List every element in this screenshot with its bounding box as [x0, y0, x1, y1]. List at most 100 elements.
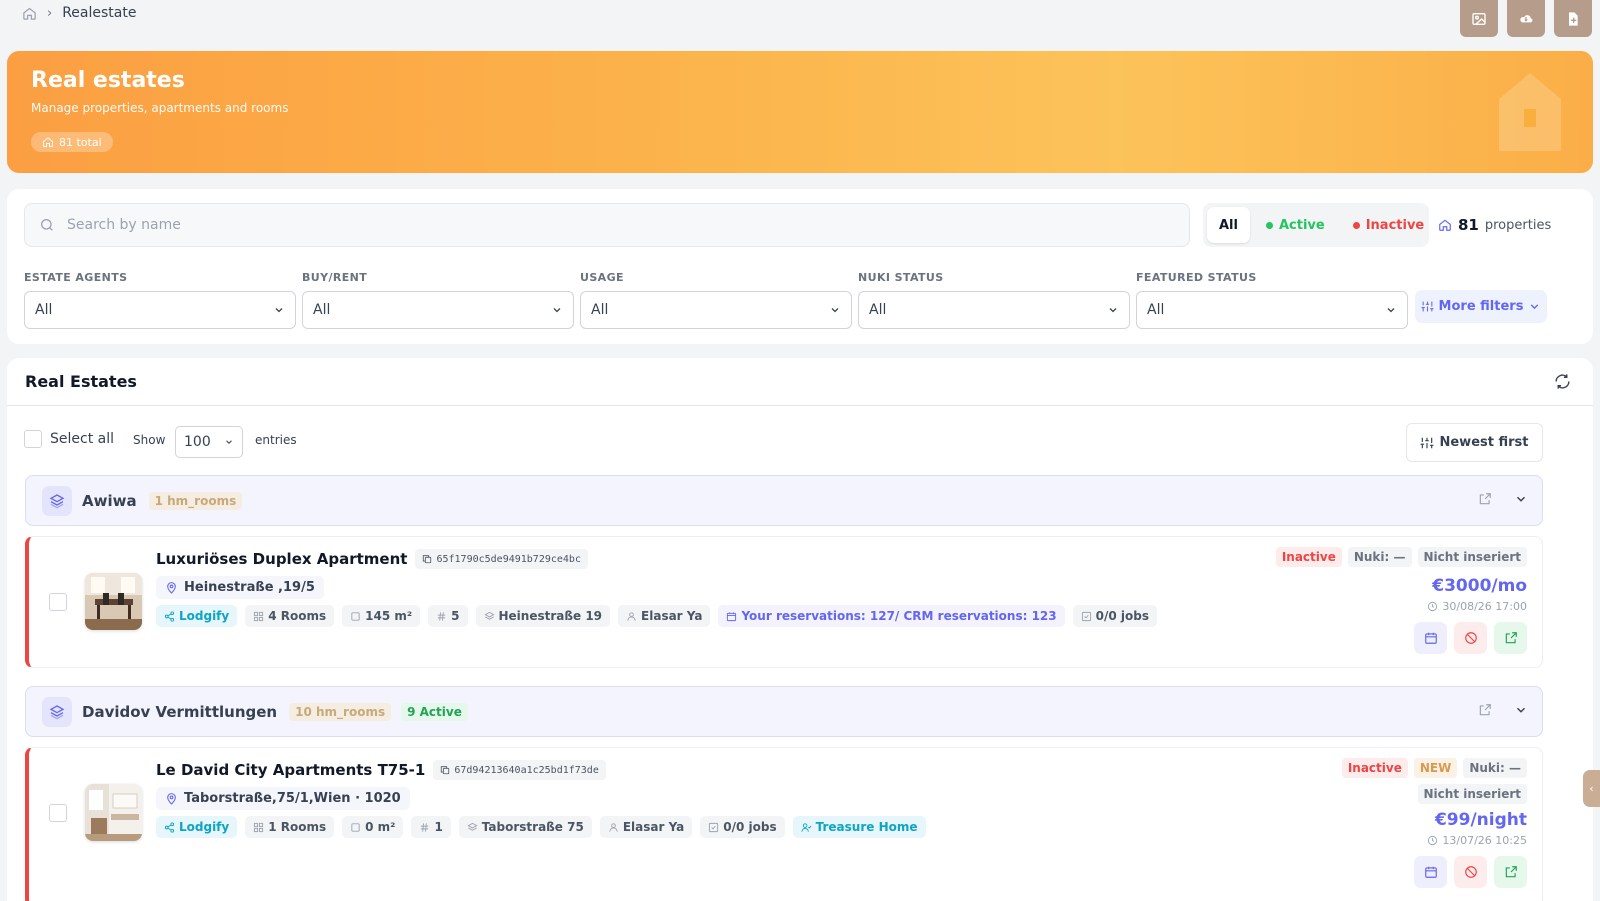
area-label: 145 m²	[365, 609, 413, 623]
select-all-checkbox[interactable]	[24, 430, 42, 448]
area-label: 0 m²	[365, 820, 396, 834]
group-header-davidov[interactable]: Davidov Vermittlungen 10 hm_rooms 9 Acti…	[25, 686, 1543, 737]
active-count-badge: 9 Active	[401, 702, 468, 721]
estate-row[interactable]: Luxuriöses Duplex Apartment 65f1790c5de9…	[25, 536, 1543, 668]
street-chip: Heinestraße 19	[475, 605, 611, 627]
user-icon	[609, 822, 618, 832]
top-bar: › Realestate	[0, 0, 1600, 50]
search-input[interactable]	[67, 217, 1147, 233]
estate-id-chip[interactable]: 65f1790c5de9491b729ce4bc	[415, 549, 588, 569]
street-label: Heinestraße 19	[498, 609, 603, 623]
file-plus-icon	[1569, 11, 1578, 26]
featured-status-select[interactable]: All	[1136, 291, 1408, 329]
group-name: Awiwa	[82, 491, 137, 510]
select-value: All	[313, 302, 331, 318]
open-button[interactable]	[1494, 622, 1527, 654]
estate-id-chip[interactable]: 67d94213640a1c25bd1f73de	[433, 760, 606, 780]
entries-label: entries	[255, 433, 297, 447]
nuki-status-select[interactable]: All	[858, 291, 1130, 329]
select-value: All	[35, 302, 53, 318]
chevron-down-icon	[275, 308, 283, 313]
rooms-label: 1 Rooms	[268, 820, 327, 834]
inactive-dot	[1352, 221, 1360, 229]
cloud-download-icon	[1520, 14, 1533, 22]
check-square-icon	[709, 822, 719, 832]
partner-chip[interactable]: Treasure Home	[792, 816, 926, 838]
home-icon	[1439, 219, 1451, 231]
map-pin-icon	[167, 582, 176, 594]
home-icon[interactable]	[22, 6, 37, 21]
source-chip: Lodgify	[156, 816, 238, 838]
filter-featured-status: FEATURED STATUS All	[1136, 271, 1408, 329]
area-chip: 0 m²	[342, 816, 404, 838]
select-value: All	[1147, 302, 1165, 318]
properties-count-number: 81	[1458, 216, 1479, 234]
group-name: Davidov Vermittlungen	[82, 702, 278, 721]
deactivate-button[interactable]	[1454, 622, 1487, 654]
total-label: 81 total	[59, 135, 102, 149]
estate-name[interactable]: Le David City Apartments T75-1	[156, 761, 425, 779]
tab-inactive[interactable]: Inactive	[1341, 207, 1437, 243]
hero-banner: Real estates Manage properties, apartmen…	[7, 51, 1593, 173]
jobs-label: 0/0 jobs	[1095, 609, 1149, 623]
usage-select[interactable]: All	[580, 291, 852, 329]
jobs-chip: 0/0 jobs	[700, 816, 785, 838]
add-file-button[interactable]	[1554, 0, 1592, 37]
chevron-down-icon	[1531, 304, 1539, 310]
more-filters-button[interactable]: More filters	[1415, 290, 1547, 323]
chevron-down-icon[interactable]	[1514, 703, 1528, 717]
group-header-awiwa[interactable]: Awiwa 1 hm_rooms	[25, 475, 1543, 526]
entries-select[interactable]: 100	[175, 426, 243, 458]
chevron-right-icon: ›	[47, 5, 53, 21]
tab-active[interactable]: Active	[1254, 207, 1337, 243]
tab-active-label: Active	[1278, 217, 1325, 233]
copy-icon	[423, 555, 432, 564]
street-chip: Taborstraße 75	[458, 816, 592, 838]
rooms-chip: 1 Rooms	[245, 816, 335, 838]
rooms-chip: 4 Rooms	[245, 605, 335, 627]
refresh-icon[interactable]	[1554, 373, 1571, 390]
estate-date: 13/07/26 10:25	[1427, 834, 1527, 847]
row-checkbox[interactable]	[49, 593, 67, 611]
side-panel-handle[interactable]: ‹	[1583, 770, 1600, 807]
buy-rent-select[interactable]: All	[302, 291, 574, 329]
estate-row[interactable]: Le David City Apartments T75-1 67d942136…	[25, 747, 1543, 901]
calendar-button[interactable]	[1414, 622, 1447, 654]
download-button[interactable]	[1507, 0, 1545, 37]
rooms-count-badge: 10 hm_rooms	[289, 702, 392, 721]
status-badge: Inactive	[1341, 758, 1408, 778]
row-checkbox[interactable]	[49, 804, 67, 822]
external-link-icon[interactable]	[1478, 703, 1492, 717]
image-button[interactable]	[1460, 0, 1498, 37]
jobs-label: 0/0 jobs	[723, 820, 777, 834]
filter-label: FEATURED STATUS	[1136, 271, 1257, 284]
select-all[interactable]: Select all	[24, 430, 114, 448]
check-square-icon	[1081, 611, 1091, 621]
calendar-button[interactable]	[1414, 856, 1447, 888]
estate-agents-select[interactable]: All	[24, 291, 296, 329]
property-thumbnail[interactable]	[85, 784, 142, 841]
agent-chip: Elasar Ya	[618, 605, 711, 627]
chevron-down-icon[interactable]	[1514, 492, 1528, 506]
estate-title: Le David City Apartments T75-1 67d942136…	[156, 760, 606, 780]
property-thumbnail[interactable]	[85, 573, 142, 630]
deactivate-button[interactable]	[1454, 856, 1487, 888]
sort-button[interactable]: Newest first	[1406, 423, 1543, 462]
filter-label: ESTATE AGENTS	[24, 271, 128, 284]
open-button[interactable]	[1494, 856, 1527, 888]
hash-icon	[421, 822, 429, 832]
estate-id: 67d94213640a1c25bd1f73de	[454, 764, 599, 776]
status-badge: Inactive	[1275, 547, 1342, 567]
ban-icon	[1464, 632, 1477, 644]
ban-icon	[1464, 866, 1477, 878]
entries-value: 100	[184, 434, 211, 450]
external-link-icon[interactable]	[1478, 492, 1492, 506]
estate-name[interactable]: Luxuriöses Duplex Apartment	[156, 550, 407, 568]
source-label: Lodgify	[179, 609, 230, 623]
list-header: Real Estates	[7, 358, 1593, 406]
tab-all[interactable]: All	[1207, 207, 1250, 243]
active-dot	[1265, 221, 1273, 229]
clock-icon	[1428, 835, 1438, 846]
reservations-chip[interactable]: Your reservations: 127/ CRM reservations…	[718, 605, 1065, 627]
square-icon	[351, 822, 360, 832]
